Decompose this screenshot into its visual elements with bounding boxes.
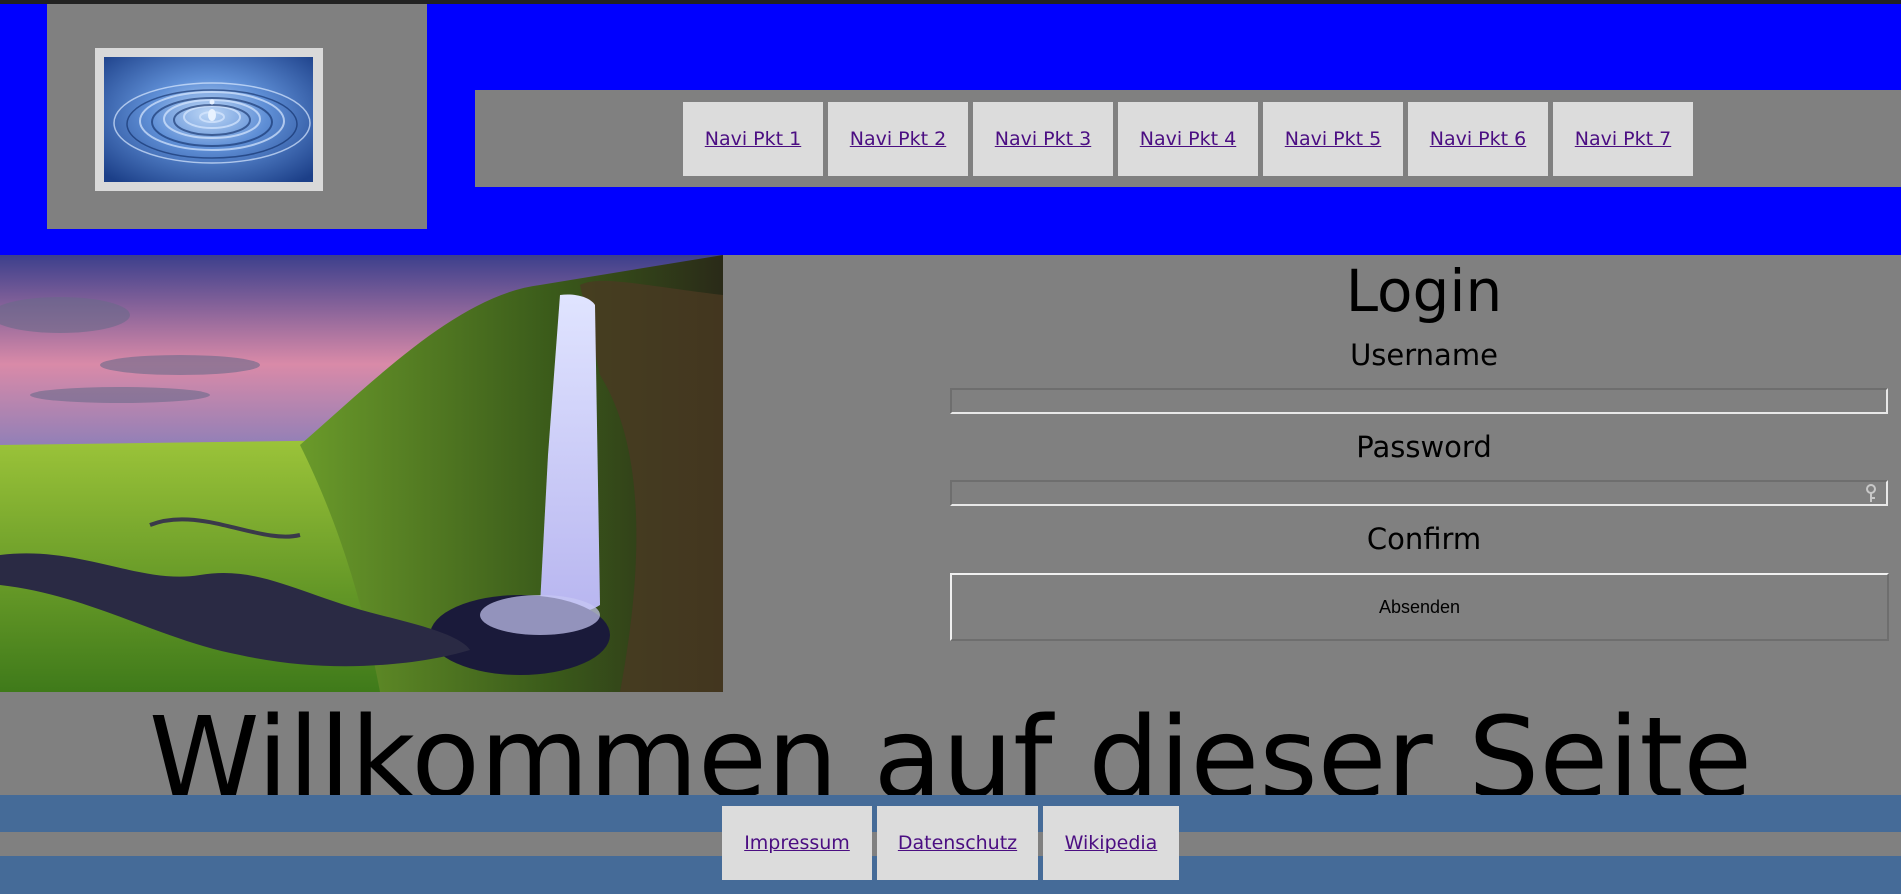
password-label: Password xyxy=(1356,430,1492,464)
key-icon[interactable] xyxy=(1864,484,1878,504)
nav-item-6[interactable]: Navi Pkt 6 xyxy=(1408,102,1548,176)
nav-list: Navi Pkt 1 Navi Pkt 2 Navi Pkt 3 Navi Pk… xyxy=(475,102,1901,176)
username-input[interactable] xyxy=(950,388,1888,414)
main-navigation: Navi Pkt 1 Navi Pkt 2 Navi Pkt 3 Navi Pk… xyxy=(475,90,1901,187)
footer-navigation: Impressum Datenschutz Wikipedia xyxy=(0,806,1901,880)
login-title: Login xyxy=(1345,257,1503,325)
footer-link-impressum[interactable]: Impressum xyxy=(722,806,872,880)
nav-item-1[interactable]: Navi Pkt 1 xyxy=(683,102,823,176)
footer-link-wikipedia[interactable]: Wikipedia xyxy=(1043,806,1179,880)
password-input[interactable] xyxy=(950,480,1888,506)
nav-item-2[interactable]: Navi Pkt 2 xyxy=(828,102,968,176)
nav-item-4[interactable]: Navi Pkt 4 xyxy=(1118,102,1258,176)
nav-item-3[interactable]: Navi Pkt 3 xyxy=(973,102,1113,176)
username-label: Username xyxy=(1350,338,1498,372)
nav-item-7[interactable]: Navi Pkt 7 xyxy=(1553,102,1693,176)
logo-container xyxy=(47,4,427,229)
footer-link-datenschutz[interactable]: Datenschutz xyxy=(877,806,1038,880)
logo-frame xyxy=(95,48,323,191)
confirm-label: Confirm xyxy=(1366,522,1482,556)
nav-item-5[interactable]: Navi Pkt 5 xyxy=(1263,102,1403,176)
submit-button[interactable]: Absenden xyxy=(950,573,1889,641)
waterfall-hero-image xyxy=(0,255,723,692)
water-drop-logo-image xyxy=(104,57,313,182)
